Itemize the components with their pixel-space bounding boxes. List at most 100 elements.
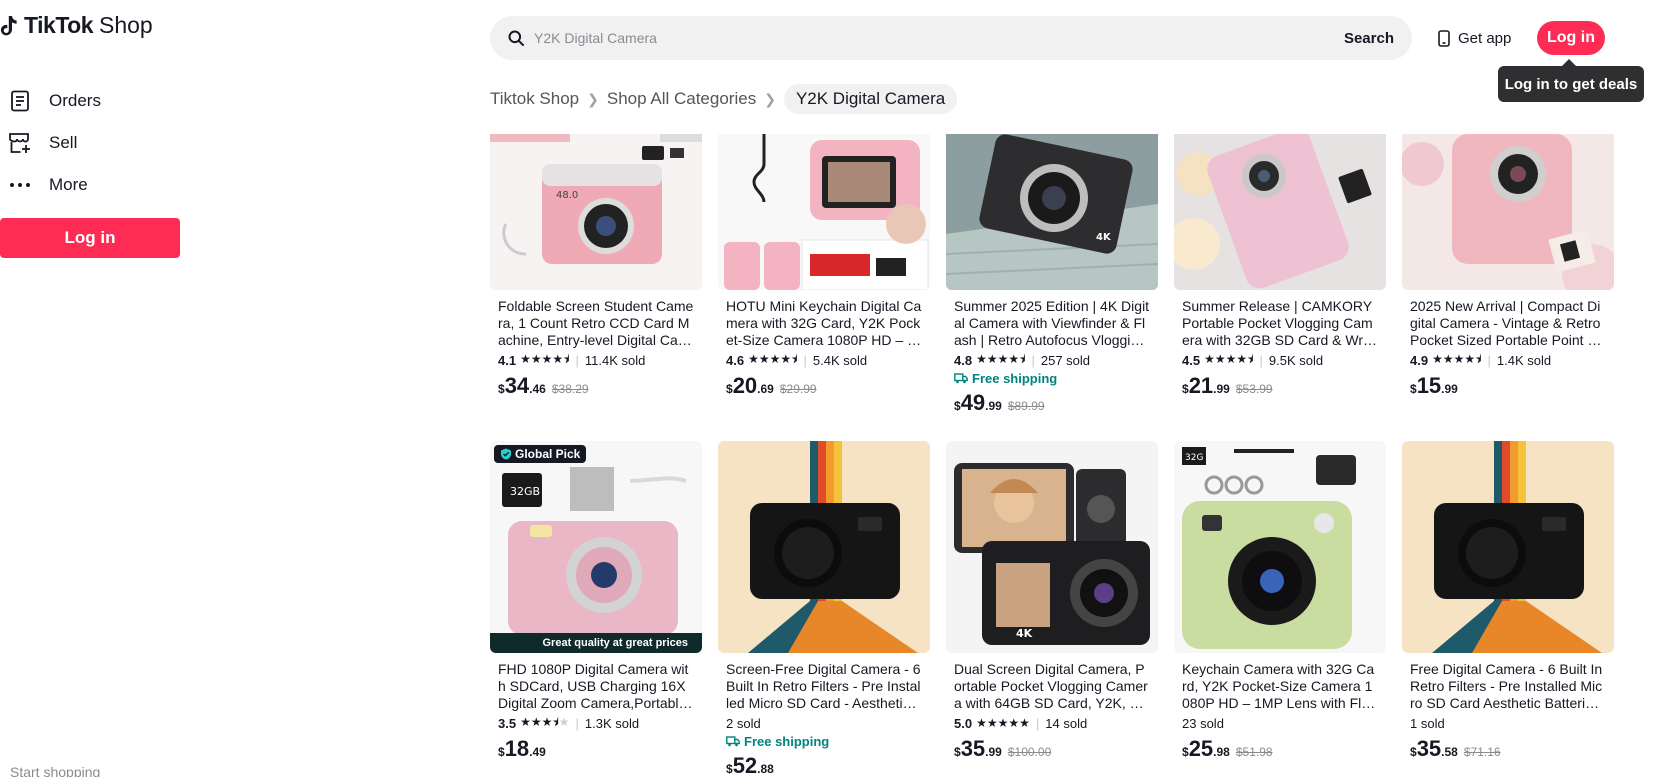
sold-count: 1 sold xyxy=(1410,715,1445,731)
truck-icon xyxy=(726,736,740,747)
svg-text:4K: 4K xyxy=(1016,627,1033,640)
original-price: $53.99 xyxy=(1235,382,1273,396)
product-image: 32G xyxy=(1174,441,1386,653)
price: $49.99 $89.99 xyxy=(954,390,1045,415)
product-meta: 2 sold xyxy=(718,714,930,732)
free-shipping: Free shipping xyxy=(946,371,1158,386)
price: $25.98 $51.98 xyxy=(1182,736,1273,761)
product-card[interactable]: 4K Summer 2025 Edition | 4K Digital Came… xyxy=(946,134,1158,416)
rating-stars-icon: ★★★★⯨ xyxy=(1432,351,1482,366)
product-card[interactable]: 32GB Global Pick Great quality at great … xyxy=(490,441,702,762)
price: $34.46 $38.29 xyxy=(498,373,589,398)
product-image xyxy=(718,441,930,653)
product-meta: 4.9 ★★★★⯨ | 1.4K sold xyxy=(1402,351,1614,369)
product-title: Summer 2025 Edition | 4K Digital Camera … xyxy=(954,298,1150,348)
brand-suffix: Shop xyxy=(99,12,153,38)
product-card[interactable]: Summer Release | CAMKORY Portable Pocket… xyxy=(1174,134,1386,399)
product-card[interactable]: 32G Keychain Camera with 32G Card, Y2K P… xyxy=(1174,441,1386,762)
chevron-right-icon: ❯ xyxy=(587,90,599,107)
sold-count: 9.5K sold xyxy=(1268,352,1324,368)
product-title: Summer Release | CAMKORY Portable Pocket… xyxy=(1182,298,1378,348)
rating-stars-icon: ★★★★⯨ xyxy=(748,351,798,366)
price: $21.99 $53.99 xyxy=(1182,373,1273,398)
tiktok-logo-icon xyxy=(0,15,17,35)
original-price: $100.00 xyxy=(1007,745,1052,759)
chevron-right-icon: ❯ xyxy=(764,90,776,107)
login-tooltip: Log in to get deals xyxy=(1498,59,1644,102)
header-login-button[interactable]: Log in xyxy=(1537,21,1605,55)
price: $35.58 $71.16 xyxy=(1410,736,1501,761)
price: $15.99 xyxy=(1410,373,1458,398)
product-title: Dual Screen Digital Camera, Portable Poc… xyxy=(954,661,1150,711)
original-price: $51.98 xyxy=(1235,745,1273,759)
product-card[interactable]: Free Digital Camera - 6 Built In Retro F… xyxy=(1402,441,1614,762)
rating: 4.6 xyxy=(726,352,745,368)
sidebar-item-label: Orders xyxy=(49,91,101,110)
sidebar-nav: Orders Sell More xyxy=(8,80,101,206)
product-image xyxy=(1402,441,1614,653)
product-card[interactable]: 48.0 Foldable Screen Student Camera, 1 C… xyxy=(490,134,702,399)
global-pick-badge: Global Pick xyxy=(494,445,587,463)
product-title: HOTU Mini Keychain Digital Camera with 3… xyxy=(726,298,922,348)
sidebar-item-orders[interactable]: Orders xyxy=(8,80,101,122)
sold-count: 14 sold xyxy=(1045,715,1088,731)
product-card[interactable]: 2025 New Arrival | Compact Digital Camer… xyxy=(1402,134,1614,399)
more-icon xyxy=(8,173,32,197)
rating-stars-icon: ★★★★★ xyxy=(976,716,1030,730)
quality-banner: Great quality at great prices xyxy=(490,633,702,653)
rating-stars-icon: ★★★★⯨ xyxy=(520,351,570,366)
product-meta: 4.6 ★★★★⯨ | 5.4K sold xyxy=(718,351,930,369)
product-card[interactable]: Screen-Free Digital Camera - 6 Built In … xyxy=(718,441,930,777)
search-bar: Search xyxy=(490,16,1412,60)
search-button[interactable]: Search xyxy=(1326,30,1412,47)
original-price: $71.16 xyxy=(1463,745,1501,759)
price: $20.69 $29.99 xyxy=(726,373,817,398)
product-title: FHD 1080P Digital Camera with SDCard, US… xyxy=(498,661,689,711)
sidebar-item-more[interactable]: More xyxy=(8,164,101,206)
price: $35.99 $100.00 xyxy=(954,736,1052,761)
product-meta: 1 sold xyxy=(1402,714,1614,732)
sidebar-item-sell[interactable]: Sell xyxy=(8,122,101,164)
rating: 4.1 xyxy=(498,352,517,368)
product-title: 2025 New Arrival | Compact Digital Camer… xyxy=(1410,298,1601,348)
rating-stars-icon: ★★★⯨★ xyxy=(520,714,570,729)
search-input[interactable] xyxy=(534,30,1326,46)
original-price: $89.99 xyxy=(1007,399,1045,413)
svg-text:32GB: 32GB xyxy=(510,485,540,498)
sidebar-login-button[interactable]: Log in xyxy=(0,218,180,258)
product-card[interactable]: 4K Dual Screen Digital Camera, Portable … xyxy=(946,441,1158,762)
product-meta: 5.0 ★★★★★ | 14 sold xyxy=(954,715,1088,731)
svg-text:48.0: 48.0 xyxy=(556,190,578,201)
orders-icon xyxy=(8,89,32,113)
product-meta: 4.5 ★★★★⯨ | 9.5K sold xyxy=(1174,351,1386,369)
svg-text:32G: 32G xyxy=(1185,453,1203,463)
rating: 3.5 xyxy=(498,715,517,731)
search-icon xyxy=(508,30,524,46)
sold-count: 257 sold xyxy=(1040,352,1091,368)
sold-count: 23 sold xyxy=(1182,715,1224,731)
sold-count: 1.3K sold xyxy=(584,715,640,731)
rating: 4.8 xyxy=(954,352,973,368)
get-app-button[interactable]: Get app xyxy=(1426,20,1523,56)
product-meta: 3.5 ★★★⯨★ | 1.3K sold xyxy=(490,714,702,732)
product-meta: 4.8 ★★★★⯨ | 257 sold xyxy=(946,351,1158,369)
product-image: 32GB Global Pick Great quality at great … xyxy=(490,441,702,653)
price: $52.88 xyxy=(726,753,774,777)
product-title: Screen-Free Digital Camera - 6 Built In … xyxy=(726,661,921,711)
shield-check-icon xyxy=(501,448,511,460)
product-card[interactable]: HOTU Mini Keychain Digital Camera with 3… xyxy=(718,134,930,399)
get-app-label: Get app xyxy=(1458,29,1512,47)
rating-stars-icon: ★★★★⯨ xyxy=(1204,351,1254,366)
original-price: $38.29 xyxy=(551,382,589,396)
product-meta: 4.1 ★★★★⯨ | 11.4K sold xyxy=(490,351,702,369)
sidebar-item-label: Sell xyxy=(49,133,78,152)
breadcrumb-item-all-categories[interactable]: Shop All Categories xyxy=(607,89,756,109)
sold-count: 5.4K sold xyxy=(812,352,868,368)
store-icon xyxy=(8,131,32,155)
free-shipping: Free shipping xyxy=(718,734,930,749)
tiktok-shop-logo[interactable]: TikTok Shop xyxy=(0,12,153,39)
original-price: $29.99 xyxy=(779,382,817,396)
breadcrumb-item-tiktok-shop[interactable]: Tiktok Shop xyxy=(490,89,579,109)
product-image: 4K xyxy=(946,441,1158,653)
product-title: Keychain Camera with 32G Card, Y2K Pocke… xyxy=(1182,661,1377,711)
